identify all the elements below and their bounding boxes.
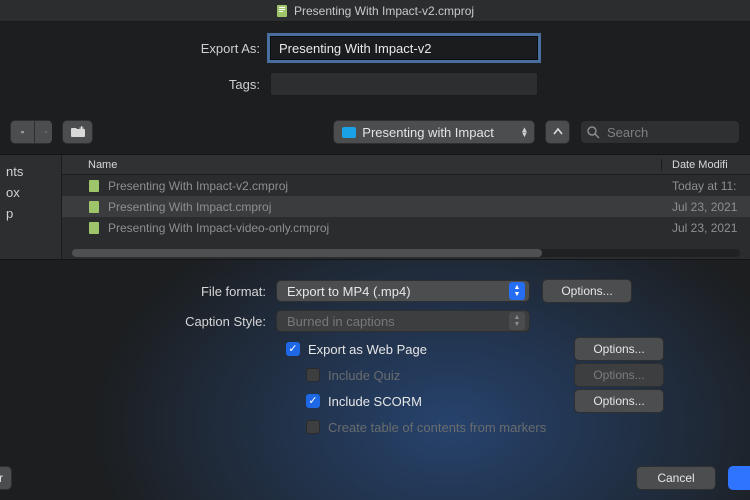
- include-scorm-label: Include SCORM: [328, 394, 422, 409]
- export-button[interactable]: [728, 466, 750, 490]
- file-date: Today at 11:: [662, 179, 750, 193]
- toc-from-markers-label: Create table of contents from markers: [328, 420, 546, 435]
- export-web-page-label: Export as Web Page: [308, 342, 427, 357]
- quiz-options-button: Options...: [574, 363, 664, 387]
- file-date: Jul 23, 2021: [662, 200, 750, 214]
- updown-arrows-icon: ▲▼: [509, 282, 525, 300]
- include-quiz-label: Include Quiz: [328, 368, 400, 383]
- column-name-header[interactable]: Name: [62, 159, 662, 171]
- search-input[interactable]: [580, 120, 740, 144]
- sidebar: nts ox p: [0, 155, 62, 259]
- include-quiz-checkbox: [306, 368, 320, 382]
- up-one-level-button[interactable]: [545, 120, 570, 144]
- file-list: Name Date Modifi Presenting With Impact-…: [62, 155, 750, 259]
- file-row[interactable]: Presenting With Impact.cmproj Jul 23, 20…: [62, 196, 750, 217]
- export-dialog: Presenting With Impact-v2.cmproj Export …: [0, 0, 750, 500]
- truncated-left-button[interactable]: r: [0, 466, 12, 490]
- form-area: Export As: Tags:: [0, 22, 750, 114]
- tags-input[interactable]: [270, 72, 538, 96]
- caption-style-label: Caption Style:: [0, 314, 276, 329]
- document-icon: [88, 179, 100, 193]
- sidebar-item[interactable]: p: [0, 203, 61, 224]
- file-format-select[interactable]: Export to MP4 (.mp4) ▲▼: [276, 280, 530, 302]
- file-name: Presenting With Impact-video-only.cmproj: [108, 221, 329, 235]
- tags-label: Tags:: [0, 77, 270, 92]
- cancel-button[interactable]: Cancel: [636, 466, 716, 490]
- sidebar-item[interactable]: ox: [0, 182, 61, 203]
- folder-plus-icon: [70, 126, 86, 138]
- view-switch[interactable]: [10, 120, 52, 144]
- caption-style-value: Burned in captions: [287, 314, 395, 329]
- folder-name: Presenting with Impact: [362, 125, 494, 140]
- horizontal-scrollbar[interactable]: [72, 249, 740, 257]
- folder-icon: [342, 127, 356, 138]
- search-icon: [586, 125, 600, 139]
- file-browser: nts ox p Name Date Modifi Presenting Wit…: [0, 154, 750, 260]
- chevron-down-icon[interactable]: [34, 120, 52, 144]
- toc-from-markers-checkbox: [306, 420, 320, 434]
- export-web-page-checkbox[interactable]: [286, 342, 300, 356]
- titlebar: Presenting With Impact-v2.cmproj: [0, 0, 750, 22]
- updown-arrows-icon: ▲▼: [520, 127, 528, 137]
- file-row[interactable]: Presenting With Impact-v2.cmproj Today a…: [62, 175, 750, 196]
- folder-popup[interactable]: Presenting with Impact ▲▼: [333, 120, 535, 144]
- list-view-icon[interactable]: [10, 120, 34, 144]
- include-scorm-checkbox[interactable]: [306, 394, 320, 408]
- file-name: Presenting With Impact.cmproj: [108, 200, 271, 214]
- scorm-options-button[interactable]: Options...: [574, 389, 664, 413]
- file-name: Presenting With Impact-v2.cmproj: [108, 179, 288, 193]
- chevron-up-icon: [553, 127, 563, 137]
- export-settings: File format: Export to MP4 (.mp4) ▲▼ Opt…: [0, 260, 750, 440]
- window-title: Presenting With Impact-v2.cmproj: [294, 4, 474, 18]
- file-format-value: Export to MP4 (.mp4): [287, 284, 411, 299]
- updown-arrows-icon: ▲▼: [509, 312, 525, 330]
- file-list-header: Name Date Modifi: [62, 155, 750, 175]
- toolbar: Presenting with Impact ▲▼: [0, 114, 750, 154]
- document-icon: [88, 200, 100, 214]
- document-icon: [276, 4, 288, 18]
- scrollbar-thumb[interactable]: [72, 249, 542, 257]
- new-folder-button[interactable]: [62, 120, 94, 144]
- web-page-options-button[interactable]: Options...: [574, 337, 664, 361]
- file-format-options-button[interactable]: Options...: [542, 279, 632, 303]
- caption-style-select: Burned in captions ▲▼: [276, 310, 530, 332]
- document-icon: [88, 221, 100, 235]
- export-as-input[interactable]: [270, 36, 538, 60]
- file-row[interactable]: Presenting With Impact-video-only.cmproj…: [62, 217, 750, 238]
- sidebar-item[interactable]: nts: [0, 161, 61, 182]
- export-as-label: Export As:: [0, 41, 270, 56]
- column-date-header[interactable]: Date Modifi: [662, 159, 750, 171]
- file-date: Jul 23, 2021: [662, 221, 750, 235]
- file-format-label: File format:: [0, 284, 276, 299]
- dialog-button-bar: Cancel: [636, 466, 734, 490]
